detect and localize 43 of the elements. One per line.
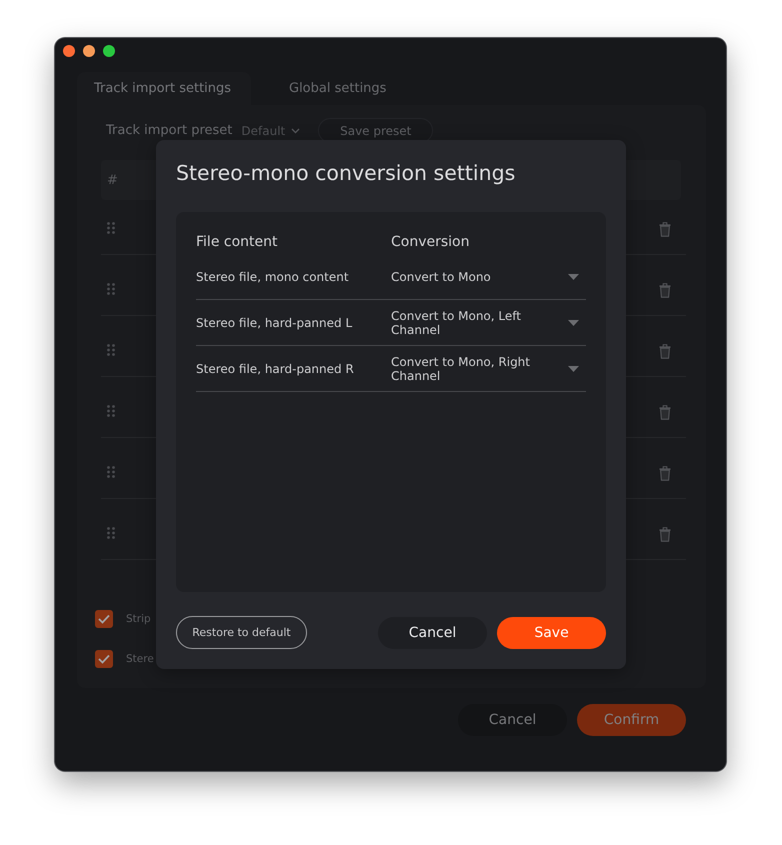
- drag-handle-icon: [107, 405, 115, 417]
- column-header: Conversion: [391, 234, 470, 250]
- close-button[interactable]: [63, 45, 75, 57]
- checkbox[interactable]: [95, 610, 113, 628]
- table-cell-text: Stereo file, hard-panned L: [196, 316, 354, 330]
- checkbox[interactable]: [95, 650, 113, 668]
- cancel-button[interactable]: Cancel: [458, 704, 567, 736]
- trash-icon[interactable]: [659, 405, 671, 420]
- drag-handle-icon: [107, 527, 115, 539]
- confirm-button[interactable]: Confirm: [577, 704, 686, 736]
- cancel-button[interactable]: Cancel: [378, 616, 487, 648]
- table-cell-text: Stereo file, hard-panned R: [196, 362, 355, 376]
- option-label: Strip: [126, 613, 151, 625]
- option-label: Stere: [126, 653, 154, 665]
- table-cell-text: Stereo file, mono content: [196, 270, 350, 284]
- preset-dropdown[interactable]: Default: [241, 124, 300, 138]
- drag-handle-icon: [107, 466, 115, 478]
- dialog-title: Stereo-mono conversion settings: [176, 160, 516, 186]
- minimize-button[interactable]: [83, 45, 95, 57]
- trash-icon[interactable]: [659, 527, 671, 542]
- trash-icon[interactable]: [659, 283, 671, 298]
- trash-icon[interactable]: [659, 222, 671, 237]
- column-header: File content: [196, 234, 278, 250]
- drag-handle-icon: [107, 344, 115, 356]
- zoom-button[interactable]: [103, 45, 115, 57]
- save-button[interactable]: Save: [497, 616, 606, 648]
- trash-icon[interactable]: [659, 466, 671, 481]
- conversion-dropdown[interactable]: Convert to Mono, Left Channel: [391, 308, 586, 336]
- trash-icon[interactable]: [659, 344, 671, 359]
- conversion-dropdown[interactable]: Convert to Mono, Right Channel: [391, 354, 586, 382]
- checkmark-icon: [98, 614, 110, 624]
- drag-handle-icon: [107, 283, 115, 295]
- tab[interactable]: Global settings: [272, 72, 446, 105]
- caret-down-icon: [568, 320, 579, 326]
- preset-label: Track import preset: [106, 123, 232, 138]
- conversion-dropdown[interactable]: Convert to Mono: [391, 270, 586, 284]
- column-header: #: [107, 172, 118, 188]
- checkmark-icon: [98, 654, 110, 664]
- drag-handle-icon: [107, 222, 115, 234]
- caret-down-icon: [568, 274, 579, 280]
- restore-button[interactable]: Restore to default: [176, 616, 307, 649]
- caret-down-icon: [568, 366, 579, 372]
- chevron-down-icon: [291, 128, 300, 134]
